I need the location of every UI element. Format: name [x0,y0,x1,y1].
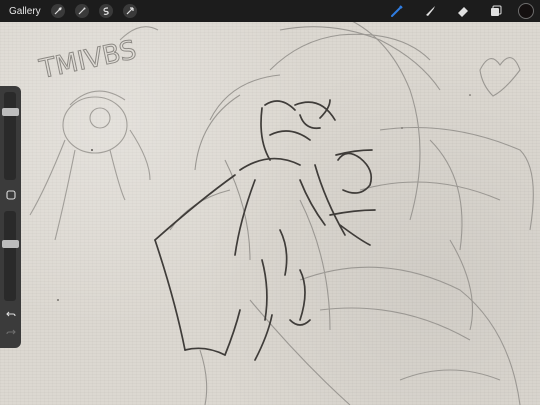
sketch-text: TMIVBS [36,35,139,85]
brush-icon[interactable] [389,3,405,19]
undo-icon[interactable] [5,308,16,319]
opacity-slider[interactable] [4,211,16,301]
gallery-button[interactable]: Gallery [9,6,41,17]
opacity-handle[interactable] [2,239,19,248]
wrench-icon[interactable] [50,4,65,18]
brush-size-slider[interactable] [4,92,16,180]
sketch-drawing: TMIVBS [29,19,534,405]
selection-s-icon[interactable] [98,4,113,18]
color-picker-swatch[interactable] [518,3,534,19]
drawing-canvas[interactable]: TMIVBS [0,0,540,405]
smudge-icon[interactable] [422,3,438,19]
transform-arrow-icon[interactable] [122,4,137,18]
redo-icon[interactable] [5,326,16,337]
layers-icon[interactable] [488,3,504,19]
magic-wand-icon[interactable] [74,4,89,18]
top-toolbar: Gallery [0,0,540,22]
eraser-icon[interactable] [455,3,471,19]
brush-size-handle[interactable] [2,108,19,116]
modify-square-icon[interactable] [5,189,16,200]
left-sidebar [0,86,21,348]
